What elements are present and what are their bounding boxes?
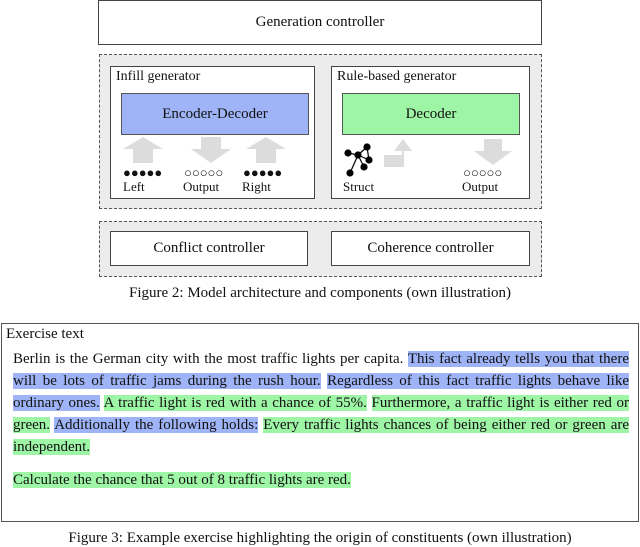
exercise-paragraph: Calculate the chance that 5 out of 8 tra… (13, 469, 629, 491)
encoder-decoder-label: Encoder-Decoder (162, 105, 268, 122)
rule-output-label: Output (462, 179, 499, 194)
decoder-block: Decoder (342, 93, 520, 135)
rule-output-tokens: ○○○○○ (463, 165, 503, 180)
exercise-paragraph: Berlin is the German city with the most … (13, 348, 630, 458)
exercise-title: Exercise text (6, 326, 84, 342)
figure2-caption: Figure 2: Model architecture and compone… (129, 285, 511, 301)
left-up-arrow-icon (123, 137, 163, 163)
rule-sentence: Calculate the chance that 5 out of 8 tra… (13, 472, 351, 488)
output-label: Output (183, 179, 220, 194)
generation-controller-box: Generation controller (98, 0, 542, 45)
output-tokens: ○○○○○ (184, 165, 224, 180)
left-tokens: ●●●●● (123, 165, 163, 180)
infill-sentence: Additionally the following holds: (54, 417, 259, 433)
conflict-controller-label: Conflict controller (153, 240, 265, 256)
figure3-caption: Figure 3: Example exercise highlighting … (68, 530, 572, 546)
coherence-controller-box: Coherence controller (331, 231, 530, 266)
coherence-controller-label: Coherence controller (367, 240, 494, 256)
output-down-arrow-icon (191, 137, 231, 163)
struct-up-arrow-icon (384, 139, 412, 167)
infill-generator-title: Infill generator (116, 69, 201, 84)
right-label: Right (242, 179, 271, 194)
right-up-arrow-icon (246, 137, 286, 163)
exercise-body: Berlin is the German city with the most … (13, 348, 630, 491)
infill-generator-box: Infill generator Encoder-Decoder ●●●●● ○… (110, 66, 315, 199)
infill-arrows (123, 137, 286, 163)
struct-label: Struct (343, 179, 375, 194)
rule-sentence: A traffic light is red with a chance of … (103, 395, 367, 411)
plain-sentence: Berlin is the German city with the most … (13, 351, 404, 367)
left-label: Left (123, 179, 145, 194)
output-down-arrow-icon (474, 139, 512, 165)
generation-controller-label: Generation controller (255, 14, 385, 30)
encoder-decoder-block: Encoder-Decoder (121, 93, 309, 135)
decoder-label: Decoder (405, 105, 457, 122)
right-tokens: ●●●●● (243, 165, 283, 180)
conflict-controller-box: Conflict controller (110, 231, 308, 266)
rule-based-generator-title: Rule-based generator (337, 69, 457, 84)
rule-based-generator-box: Rule-based generator Decoder ○○○○○ Struc… (331, 66, 530, 199)
